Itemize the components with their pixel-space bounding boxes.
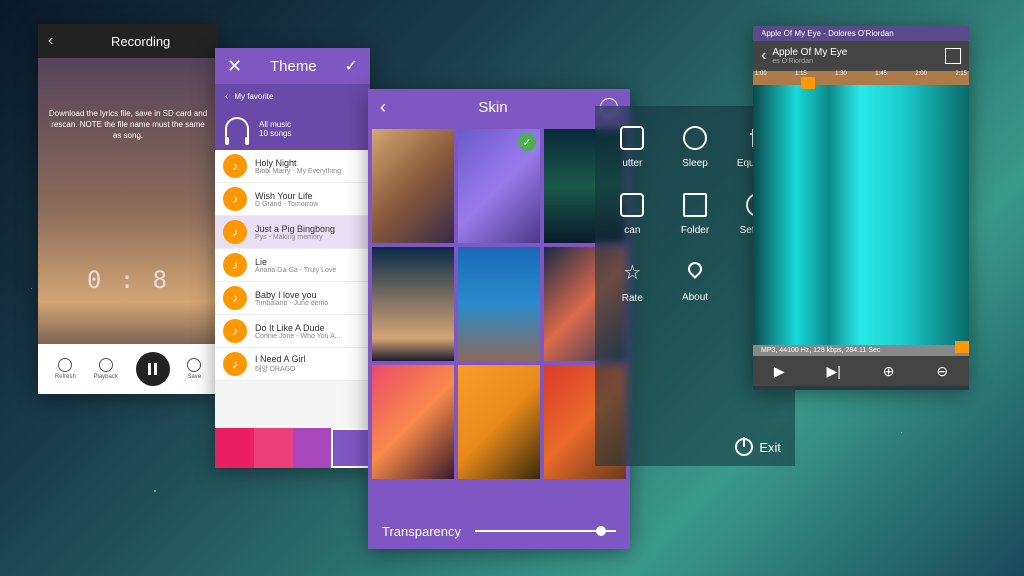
song-item[interactable]: ♪Just a Pig BingbongPys - Making memory xyxy=(215,216,370,249)
theme-title: Theme xyxy=(270,58,317,75)
favorite-label: My favorite xyxy=(234,92,273,101)
song-list: ♪Holy NightBibbi Marry - My Everything♪W… xyxy=(215,150,370,381)
refresh-icon xyxy=(58,358,72,372)
music-note-icon: ♪ xyxy=(223,187,247,211)
next-button[interactable]: ▶| xyxy=(827,363,841,380)
song-item[interactable]: ♪LieAriana Ga Ga - Truly Love xyxy=(215,249,370,282)
playback-button[interactable]: Playback xyxy=(94,358,118,380)
song-item[interactable]: ♪Holy NightBibbi Marry - My Everything xyxy=(215,150,370,183)
music-note-icon: ♪ xyxy=(223,220,247,244)
song-item[interactable]: ♪Wish Your LifeD Grand - Tomorrow xyxy=(215,183,370,216)
skin-thumb[interactable] xyxy=(372,129,454,243)
menu-item-utter[interactable]: utter xyxy=(603,126,662,169)
power-icon xyxy=(735,438,753,456)
end-marker[interactable] xyxy=(955,341,969,353)
menu-item-folder[interactable]: Folder xyxy=(666,193,725,236)
skin-thumb[interactable] xyxy=(458,365,540,479)
scan-icon xyxy=(620,193,644,217)
folder-icon xyxy=(683,193,707,217)
skin-thumb[interactable] xyxy=(372,365,454,479)
music-note-icon: ♪ xyxy=(223,154,247,178)
skin-thumb[interactable] xyxy=(458,247,540,361)
skin-grid: ✓ xyxy=(368,125,630,483)
time-ruler: 1:001:151:301:452:002:15 xyxy=(753,71,969,85)
editor-panel: Apple Of My Eye - Dolores O'Riordan ‹ Ap… xyxy=(753,26,969,390)
theme-panel: ✕ Theme ✓ ‹ My favorite All music 10 son… xyxy=(215,48,370,468)
color-swatch[interactable] xyxy=(254,428,293,468)
editor-artist: es O'Riordan xyxy=(772,58,847,65)
allmusic-title: All music xyxy=(259,120,291,129)
save-button[interactable]: Save xyxy=(187,358,201,380)
chevron-left-icon[interactable]: ‹ xyxy=(761,47,766,65)
back-icon[interactable]: ‹ xyxy=(380,97,386,118)
exit-button[interactable]: Exit xyxy=(735,438,781,456)
music-note-icon: ♪ xyxy=(223,319,247,343)
save-icon xyxy=(187,358,201,372)
color-swatches xyxy=(215,428,370,468)
back-icon[interactable]: ‹ xyxy=(48,32,53,50)
menu-item-rate[interactable]: ☆Rate xyxy=(603,260,662,304)
playback-icon xyxy=(99,358,113,372)
clock-icon xyxy=(683,126,707,150)
recording-time: 0 : 8 xyxy=(48,264,208,298)
save-icon[interactable] xyxy=(945,48,961,64)
play-button[interactable]: ▶ xyxy=(774,363,785,380)
skin-thumb[interactable]: ✓ xyxy=(458,129,540,243)
music-note-icon: ♪ xyxy=(223,352,247,376)
editor-song: Apple Of My Eye xyxy=(772,47,847,58)
star-icon: ☆ xyxy=(603,260,662,285)
menu-item-can[interactable]: can xyxy=(603,193,662,236)
recording-message: Download the lyrics file, save in SD car… xyxy=(48,108,208,142)
zoom-out-button[interactable]: ⊖ xyxy=(936,363,948,380)
chevron-left-icon[interactable]: ‹ xyxy=(225,91,228,102)
pause-button[interactable] xyxy=(136,352,170,386)
transparency-label: Transparency xyxy=(382,524,461,539)
close-icon[interactable]: ✕ xyxy=(227,56,242,77)
menu-item-sleep[interactable]: Sleep xyxy=(666,126,725,169)
skin-title: Skin xyxy=(478,99,507,116)
song-item[interactable]: ♪Baby I love youTimbalanb - Juno demo xyxy=(215,282,370,315)
color-swatch[interactable] xyxy=(293,428,332,468)
music-note-icon: ♪ xyxy=(223,286,247,310)
zoom-in-button[interactable]: ⊕ xyxy=(883,363,895,380)
start-marker[interactable] xyxy=(801,77,815,89)
waveform[interactable] xyxy=(753,85,969,345)
menu-item-about[interactable]: About xyxy=(666,260,725,304)
recording-panel: ‹ Recording Download the lyrics file, sa… xyxy=(38,24,218,394)
pin-icon xyxy=(683,260,707,284)
color-swatch[interactable] xyxy=(331,428,370,468)
selected-check-icon: ✓ xyxy=(518,133,536,151)
refresh-button[interactable]: Refresh xyxy=(55,358,76,380)
color-swatch[interactable] xyxy=(215,428,254,468)
skin-thumb[interactable] xyxy=(372,247,454,361)
confirm-icon[interactable]: ✓ xyxy=(345,56,358,76)
recording-title: Recording xyxy=(111,34,170,49)
song-item[interactable]: ♪I Need A Girl태양 DRAGO xyxy=(215,348,370,381)
audio-info: MP3, 44100 Hz, 128 kbps, 284.11 Sec xyxy=(753,345,969,356)
allmusic-sub: 10 songs xyxy=(259,129,291,138)
headphone-icon xyxy=(225,117,249,141)
transparency-slider[interactable] xyxy=(475,530,616,532)
cutter-icon xyxy=(620,126,644,150)
music-note-icon: ♪ xyxy=(223,253,247,277)
song-item[interactable]: ♪Do It Like A DudeConnie Jone - Who You … xyxy=(215,315,370,348)
editor-window-title: Apple Of My Eye - Dolores O'Riordan xyxy=(753,26,969,41)
skin-panel: ‹ Skin ✓ Transparency xyxy=(368,89,630,549)
